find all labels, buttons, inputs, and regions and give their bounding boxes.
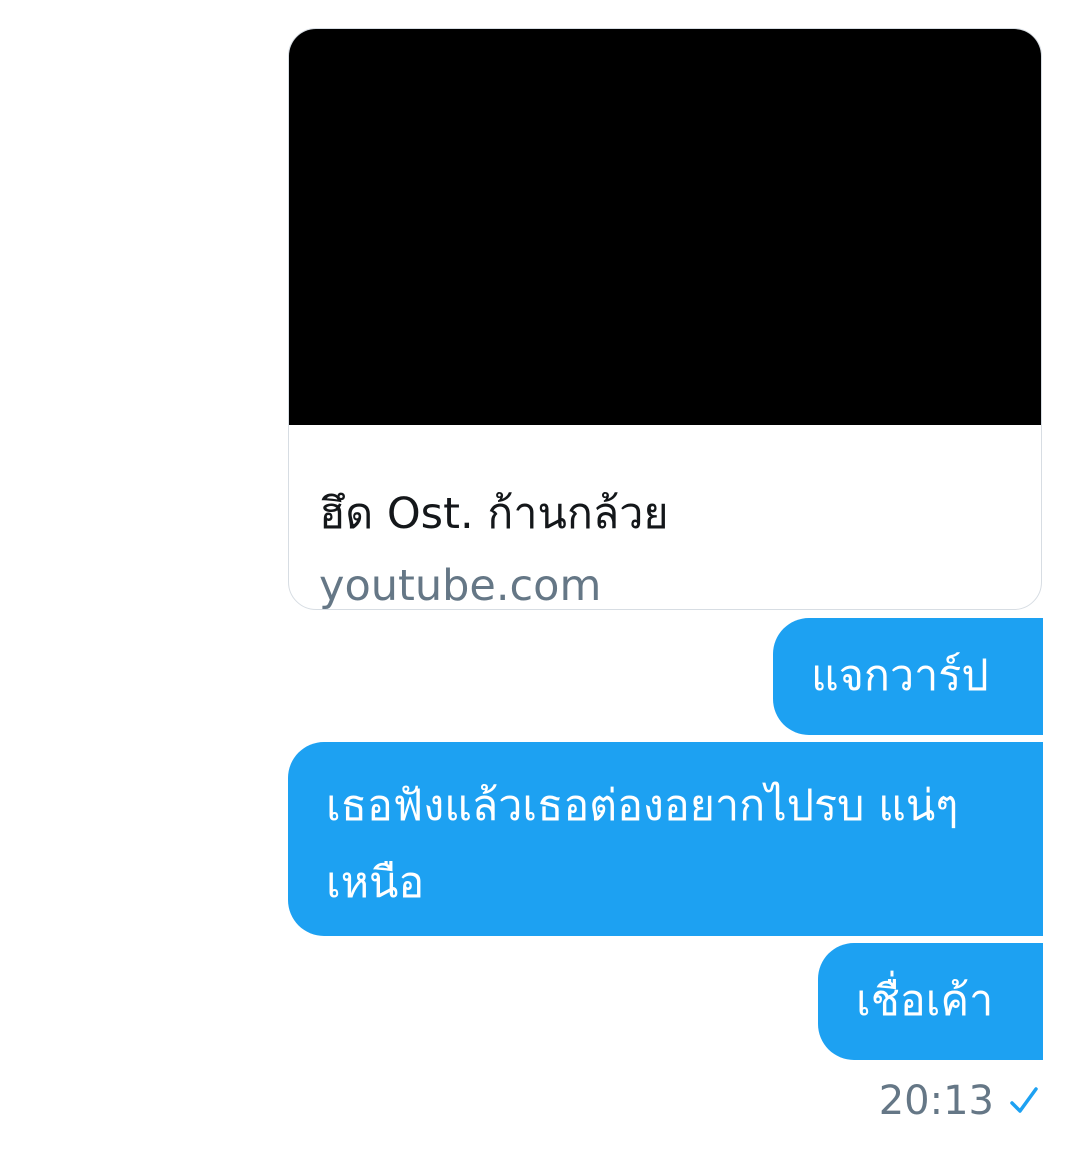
link-preview-card[interactable]: ฮึด Ost. ก้านกล้วย youtube.com: [288, 28, 1042, 610]
message-text: แจกวาร์ป: [811, 651, 989, 701]
message-text: เธอฟังแล้วเธอต่องอยากไปรบ แน่ๆเหนือ: [326, 781, 959, 908]
video-thumbnail[interactable]: [289, 29, 1041, 425]
link-title: ฮึด Ost. ก้านกล้วย: [319, 489, 669, 539]
check-icon: [1010, 1087, 1038, 1113]
message-status: 20:13: [879, 1075, 1040, 1127]
message-text: เชื่อเค้า: [856, 976, 994, 1026]
message-bubble[interactable]: แจกวาร์ป: [773, 618, 1043, 735]
timestamp: 20:13: [878, 1078, 994, 1124]
message-bubble[interactable]: เชื่อเค้า: [818, 943, 1043, 1060]
link-domain: youtube.com: [319, 561, 602, 610]
message-bubble[interactable]: เธอฟังแล้วเธอต่องอยากไปรบ แน่ๆเหนือ: [288, 742, 1043, 936]
